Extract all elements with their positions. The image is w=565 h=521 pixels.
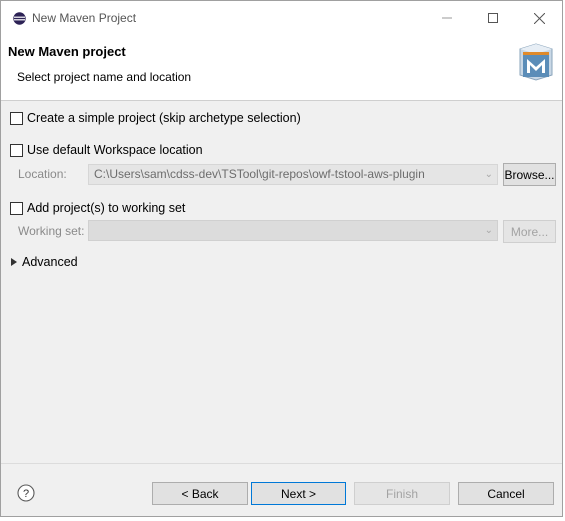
working-set-combo[interactable]: ⌄	[88, 220, 498, 241]
chevron-down-icon: ⌄	[484, 169, 493, 180]
working-set-row[interactable]: Add project(s) to working set	[10, 201, 185, 215]
chevron-down-icon: ⌄	[484, 225, 493, 236]
location-label: Location:	[18, 167, 67, 181]
help-icon[interactable]: ?	[17, 484, 35, 502]
location-value: C:\Users\sam\cdss-dev\TSTool\git-repos\o…	[94, 167, 425, 181]
triangle-right-icon	[11, 258, 17, 266]
footer-separator	[1, 463, 562, 464]
minimize-icon	[442, 17, 452, 19]
maximize-button[interactable]	[470, 1, 516, 35]
simple-project-checkbox[interactable]	[10, 111, 23, 125]
title-bar[interactable]: New Maven Project	[1, 1, 562, 35]
next-button[interactable]: Next >	[251, 482, 346, 505]
more-button[interactable]: More...	[503, 220, 556, 243]
maven-logo-icon	[519, 43, 553, 81]
working-set-label: Working set:	[18, 224, 85, 238]
maximize-icon	[488, 13, 498, 23]
form-area: Create a simple project (skip archetype …	[1, 101, 562, 463]
default-workspace-row[interactable]: Use default Workspace location	[10, 143, 203, 157]
working-set-checkbox[interactable]	[10, 201, 23, 215]
cancel-button[interactable]: Cancel	[458, 482, 554, 505]
minimize-button[interactable]	[424, 1, 470, 35]
working-set-check-label: Add project(s) to working set	[27, 201, 186, 215]
advanced-label: Advanced	[22, 255, 78, 269]
close-button[interactable]	[516, 1, 562, 35]
default-workspace-checkbox[interactable]	[10, 143, 23, 157]
browse-button[interactable]: Browse...	[503, 163, 556, 186]
window-title: New Maven Project	[32, 11, 137, 25]
desktop-background	[0, 517, 565, 521]
dialog-window: New Maven Project New Maven project Sele…	[0, 0, 563, 517]
simple-project-row[interactable]: Create a simple project (skip archetype …	[10, 111, 301, 125]
eclipse-app-icon	[13, 12, 26, 25]
svg-text:?: ?	[23, 488, 29, 500]
banner-title: New Maven project	[8, 44, 126, 59]
wizard-banner: New Maven project Select project name an…	[1, 35, 562, 101]
default-workspace-label: Use default Workspace location	[27, 143, 203, 157]
close-icon	[533, 12, 545, 24]
location-combo[interactable]: C:\Users\sam\cdss-dev\TSTool\git-repos\o…	[88, 164, 498, 185]
banner-subtitle: Select project name and location	[17, 70, 192, 84]
advanced-toggle[interactable]: Advanced	[11, 255, 78, 269]
back-button[interactable]: < Back	[152, 482, 248, 505]
simple-project-label: Create a simple project (skip archetype …	[27, 111, 301, 125]
finish-button[interactable]: Finish	[354, 482, 450, 505]
